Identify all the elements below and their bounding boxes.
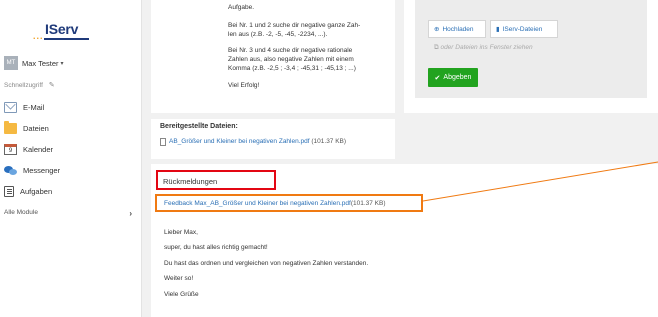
task-line: Bei Nr. 1 und 2 suche dir negative ganze… [228, 22, 361, 29]
sidebar-item-label: Messenger [23, 165, 61, 175]
iserv-logo[interactable]: ... IServ [33, 17, 91, 43]
task-line: Komma (z.B. -2,5 ; -3,4 ; -45,31 ; -45,1… [228, 65, 356, 72]
feedback-message-line: Du hast das ordnen und vergleichen von n… [164, 260, 369, 267]
sidebar: ... IServ MT Max Tester ▾ Schnellzugriff… [0, 0, 142, 317]
tasks-icon [4, 185, 14, 197]
caret-down-icon: ▾ [60, 60, 64, 67]
sidebar-item-messenger[interactable]: Messenger [4, 163, 60, 177]
folder-icon [4, 120, 17, 134]
quick-access-label: Schnellzugriff [4, 81, 43, 89]
submit-button[interactable]: ✔ Abgeben [428, 68, 478, 87]
pointer-line [422, 161, 658, 202]
file-size: (101.37 KB) [311, 138, 347, 145]
check-icon: ✔ [434, 74, 441, 82]
feedback-message-line: Viele Grüße [164, 291, 199, 298]
pencil-icon[interactable]: ✎ [49, 81, 55, 89]
sidebar-item-label: Dateien [23, 123, 49, 133]
upload-icon: ⊕ [434, 26, 440, 33]
all-modules-label: Alle Module [4, 209, 38, 216]
feedback-message-line: Lieber Max, [164, 229, 198, 236]
user-name: Max Tester [22, 58, 59, 68]
sidebar-item-label: E-Mail [23, 102, 45, 112]
upload-button[interactable]: ⊕ Hochladen [428, 20, 486, 38]
messenger-icon [4, 165, 17, 176]
feedback-message-line: Weiter so! [164, 275, 194, 282]
sidebar-item-calendar[interactable]: 9 Kalender [4, 142, 53, 156]
logo-text: IServ [45, 21, 79, 37]
provided-file-link[interactable]: AB_Größer und Kleiner bei negativen Zahl… [169, 138, 346, 145]
highlight-box-title [156, 170, 276, 190]
sidebar-item-tasks[interactable]: Aufgaben [4, 184, 52, 198]
task-line: Aufgabe. [228, 4, 255, 11]
highlight-box-file [155, 194, 423, 212]
provided-files-title: Bereitgestellte Dateien: [160, 123, 238, 130]
sidebar-item-label: Kalender [23, 144, 54, 154]
sidebar-item-label: Aufgaben [20, 186, 53, 196]
quick-access: Schnellzugriff ✎ [4, 81, 55, 90]
feedback-message-line: super, du hast alles richtig gemacht! [164, 244, 268, 251]
avatar: MT [4, 56, 18, 70]
chevron-right-icon: › [129, 209, 132, 218]
task-description: Aufgabe. Bei Nr. 1 und 2 suche dir negat… [151, 0, 395, 113]
file-icon: ▮ [496, 26, 500, 33]
task-line: Bei Nr. 3 und 4 suche dir negative ratio… [228, 47, 353, 54]
sidebar-item-files[interactable]: Dateien [4, 120, 49, 135]
task-line: Zahlen aus, also negative Zahlen mit ein… [228, 56, 354, 63]
user-menu[interactable]: MT Max Tester ▾ [4, 56, 64, 70]
upload-area[interactable]: ⊕ Hochladen ▮ IServ-Dateien ⧉ oder Datei… [415, 0, 647, 98]
pdf-icon [160, 138, 166, 146]
task-line: len aus (z.B. -2, -5, -45, -2234, ...). [228, 31, 328, 38]
task-line: Viel Erfolg! [228, 82, 260, 89]
mail-icon [4, 101, 17, 113]
all-modules[interactable]: Alle Module › [4, 209, 132, 218]
calendar-icon: 9 [4, 143, 17, 155]
provided-files: Bereitgestellte Dateien: AB_Größer und K… [151, 119, 395, 159]
submission-panel: ⊕ Hochladen ▮ IServ-Dateien ⧉ oder Datei… [404, 0, 658, 113]
drag-hint: ⧉ oder Dateien ins Fenster ziehen [434, 44, 533, 51]
iserv-files-button[interactable]: ▮ IServ-Dateien [490, 20, 558, 38]
sidebar-item-email[interactable]: E-Mail [4, 100, 44, 114]
